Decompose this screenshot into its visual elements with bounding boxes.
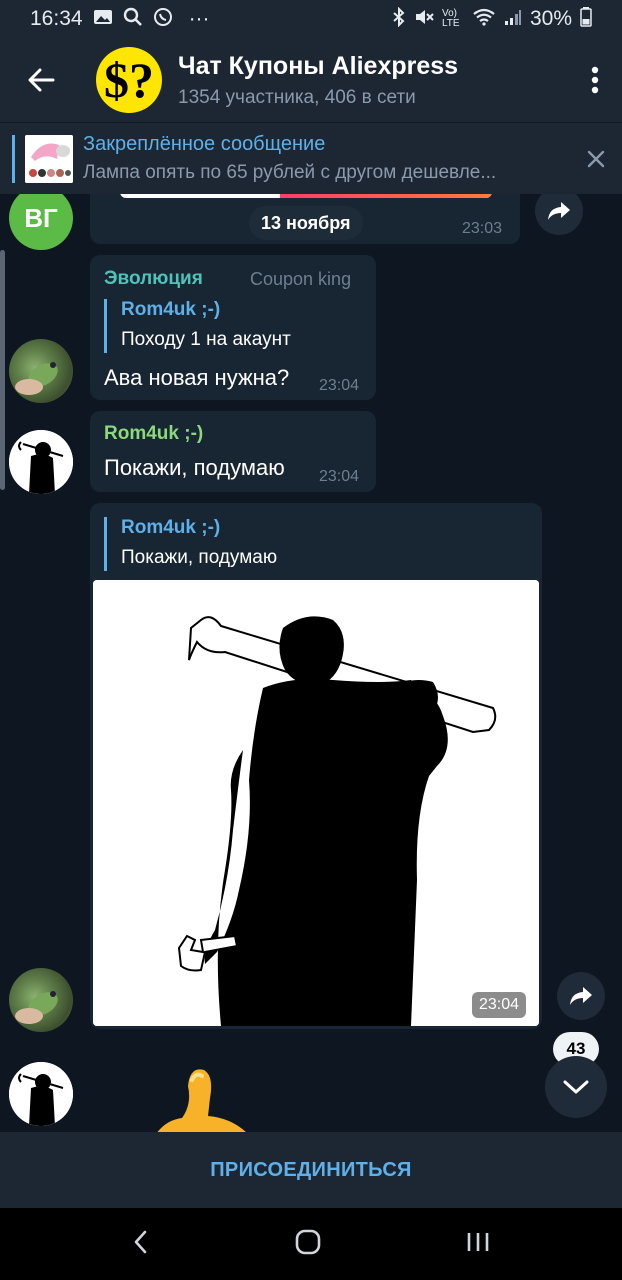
avatar-romuk[interactable]	[9, 430, 73, 494]
pinned-message[interactable]: Закреплённое сообщение Лампа опять по 65…	[0, 122, 622, 194]
battery-icon	[580, 6, 592, 32]
network-lte-label: Vo) LTE	[441, 8, 460, 29]
message-sender: Rom4uk ;-)	[104, 423, 204, 444]
bluetooth-icon	[392, 6, 406, 32]
reply-quote[interactable]: Rom4uk ;-) Походу 1 на акаунт	[104, 299, 291, 353]
reply-name: Rom4uk ;-)	[121, 299, 221, 320]
message-list[interactable]: ВГ 23:03 13 ноября Эволюция Coupon king …	[0, 194, 622, 1132]
scroll-down-button[interactable]	[545, 1056, 607, 1118]
back-button[interactable]	[0, 38, 82, 122]
pinned-title: Закреплённое сообщение	[83, 133, 326, 155]
share-button[interactable]	[535, 194, 583, 235]
message-text: Ава новая нужна?	[104, 365, 290, 390]
message-text: Покажи, подумаю	[104, 455, 285, 480]
share-icon	[548, 202, 570, 220]
message-image-preview	[120, 194, 492, 198]
nav-back-button[interactable]	[131, 1229, 151, 1260]
wifi-icon	[472, 8, 496, 31]
reply-name: Rom4uk ;-)	[121, 517, 221, 538]
close-icon	[587, 150, 605, 167]
chat-avatar[interactable]: $?	[96, 47, 162, 113]
avatar-initials: ВГ	[24, 202, 58, 233]
nav-back-icon	[135, 1230, 147, 1253]
message-sender: Эволюция	[104, 268, 203, 289]
nav-home-icon	[295, 1229, 321, 1254]
message-photo[interactable]	[93, 580, 539, 1026]
signal-icon	[504, 8, 522, 31]
join-button[interactable]: ПРИСОЕДИНИТЬСЯ	[0, 1132, 622, 1208]
thumbs-up-sticker[interactable]	[152, 1064, 252, 1132]
status-time: 16:34	[30, 7, 83, 30]
avatar-evolution[interactable]	[9, 339, 73, 403]
pinned-thumbnail	[25, 134, 73, 183]
reply-text: Походу 1 на акаунт	[121, 329, 291, 350]
date-separator: 13 ноября	[249, 206, 363, 240]
scroll-indicator[interactable]	[0, 250, 5, 490]
message-time: 23:04	[319, 377, 360, 394]
battery-percent: 30%	[529, 7, 572, 30]
nav-recents-button[interactable]	[465, 1231, 491, 1258]
reply-text: Покажи, подумаю	[121, 547, 278, 568]
search-icon	[123, 7, 143, 32]
reply-quote[interactable]: Rom4uk ;-) Покажи, подумаю	[104, 517, 277, 571]
message-time: 23:03	[462, 220, 503, 237]
status-bar: 16:34 ··· Vo) LTE 30%	[0, 0, 622, 38]
pinned-accent-bar	[12, 134, 15, 183]
nav-home-button[interactable]	[294, 1228, 322, 1261]
message-time: 23:04	[319, 468, 360, 485]
whatsapp-icon	[153, 7, 173, 32]
status-dots: ···	[188, 7, 210, 30]
photo-time: 23:04	[472, 992, 527, 1018]
mute-icon	[414, 8, 434, 31]
nav-recents-icon	[467, 1232, 488, 1251]
message-bubble[interactable]: Rom4uk ;-) Покажи, подумаю 23:04	[90, 411, 376, 492]
pinned-text: Лампа опять по 65 рублей с другом дешевл…	[83, 162, 497, 183]
chat-header: $? Чат Купоны Aliexpress 1354 участника,…	[0, 38, 622, 122]
share-icon	[570, 987, 592, 1005]
chat-title: Чат Купоны Aliexpress	[178, 51, 459, 80]
avatar-romuk[interactable]	[9, 1062, 73, 1126]
pinned-close-button[interactable]	[570, 123, 622, 195]
more-vert-icon	[591, 66, 599, 94]
more-menu-button[interactable]	[568, 38, 622, 122]
message-bubble[interactable]: Эволюция Coupon king Rom4uk ;-) Походу 1…	[90, 255, 376, 400]
avatar-vg[interactable]: ВГ	[9, 194, 73, 250]
gallery-icon	[93, 8, 113, 31]
join-label: ПРИСОЕДИНИТЬСЯ	[210, 1158, 412, 1181]
avatar-evolution[interactable]	[9, 968, 73, 1032]
chat-avatar-glyph: $?	[104, 52, 154, 108]
system-nav-bar	[0, 1208, 622, 1280]
share-button[interactable]	[557, 972, 605, 1020]
chevron-down-icon	[563, 1080, 589, 1094]
chat-info[interactable]: Чат Купоны Aliexpress 1354 участника, 40…	[178, 52, 568, 109]
sender-role: Coupon king	[250, 269, 352, 289]
back-arrow-icon	[28, 68, 55, 92]
chat-subtitle: 1354 участника, 406 в сети	[178, 86, 416, 108]
